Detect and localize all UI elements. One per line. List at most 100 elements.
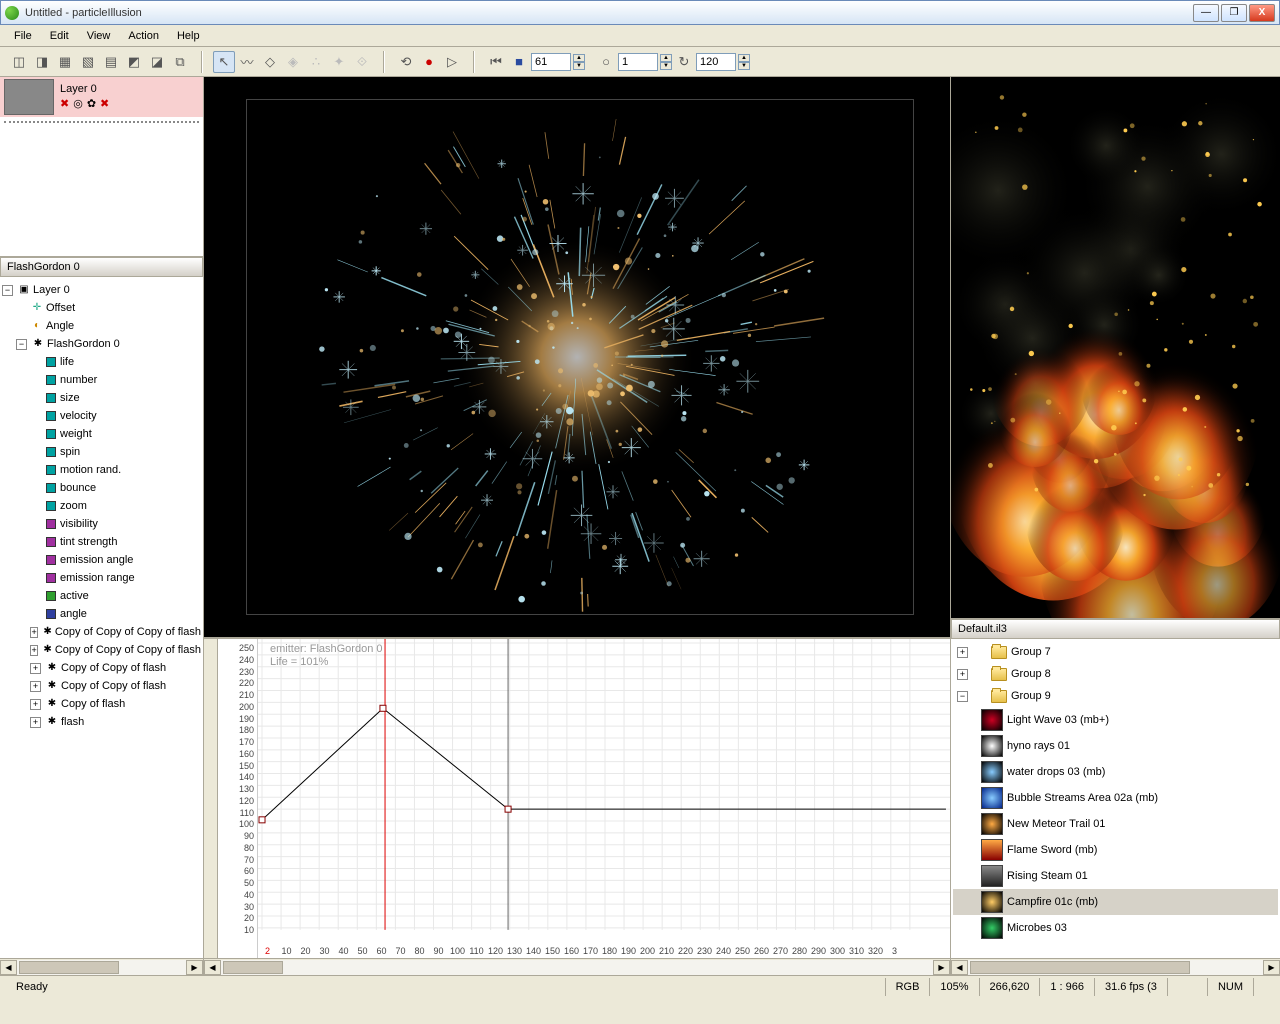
lib-group-0[interactable]: +Group 7 <box>953 641 1278 663</box>
gear-icon[interactable]: ✿ <box>87 97 96 110</box>
layer-name: Layer 0 <box>60 83 109 95</box>
preview-viewport[interactable] <box>951 77 1280 619</box>
tree-copy-4[interactable]: +✱Copy of flash <box>2 695 201 713</box>
tree-prop-spin[interactable]: spin <box>2 443 201 461</box>
tree-prop-bounce[interactable]: bounce <box>2 479 201 497</box>
end-down[interactable]: ▼ <box>738 62 750 70</box>
menu-action[interactable]: Action <box>120 27 167 45</box>
target-icon[interactable]: ◎ <box>73 97 83 110</box>
titlebar: Untitled - particleIllusion — ❐ X <box>0 0 1280 25</box>
lib-scroll-left[interactable]: ◀ <box>951 960 968 975</box>
scroll-left-icon[interactable]: ◀ <box>0 960 17 975</box>
tree-angle[interactable]: ◐Angle <box>2 317 201 335</box>
maximize-button[interactable]: ❐ <box>1221 4 1247 22</box>
loop-icon[interactable]: ↻ <box>673 51 695 73</box>
graph-hscroll[interactable]: ◀ ▶ <box>204 958 950 975</box>
tree-prop-zoom[interactable]: zoom <box>2 497 201 515</box>
hierarchy-tree: −▣Layer 0✛Offset◐Angle−✱FlashGordon 0lif… <box>0 277 203 958</box>
minimize-button[interactable]: — <box>1193 4 1219 22</box>
delete-icon[interactable]: ✖ <box>100 97 109 110</box>
tree-copy-0[interactable]: +✱Copy of Copy of Copy of flash <box>2 623 201 641</box>
lib-preset-3[interactable]: Bubble Streams Area 02a (mb) <box>953 785 1278 811</box>
tree-prop-motion-rand-[interactable]: motion rand. <box>2 461 201 479</box>
tool-btn-7[interactable]: ◪ <box>146 51 168 73</box>
lib-preset-2[interactable]: water drops 03 (mb) <box>953 759 1278 785</box>
lib-preset-1[interactable]: hyno rays 01 <box>953 733 1278 759</box>
lib-preset-8[interactable]: Microbes 03 <box>953 915 1278 941</box>
tool-btn-2[interactable]: ◨ <box>31 51 53 73</box>
tree-hscroll[interactable]: ◀ ▶ <box>0 958 203 975</box>
graph-scroll-thumb[interactable] <box>223 961 283 974</box>
tool-btn-5[interactable]: ▤ <box>100 51 122 73</box>
layer-item[interactable]: Layer 0 ✖ ◎ ✿ ✖ <box>0 77 203 117</box>
graph-area[interactable]: emitter: FlashGordon 0 Life = 101% 21020… <box>258 639 950 958</box>
tool-shape[interactable]: ◇ <box>259 51 281 73</box>
tree-copy-1[interactable]: +✱Copy of Copy of Copy of flash <box>2 641 201 659</box>
tree-prop-visibility[interactable]: visibility <box>2 515 201 533</box>
menu-view[interactable]: View <box>79 27 119 45</box>
start-down[interactable]: ▼ <box>660 62 672 70</box>
lib-hscroll[interactable]: ◀ ▶ <box>951 958 1280 975</box>
tool-disabled-2: ∴ <box>305 51 327 73</box>
status-rgb: RGB <box>885 978 930 996</box>
lib-preset-6[interactable]: Rising Steam 01 <box>953 863 1278 889</box>
stop-button[interactable]: ■ <box>508 51 530 73</box>
menu-edit[interactable]: Edit <box>42 27 77 45</box>
lib-preset-0[interactable]: Light Wave 03 (mb+) <box>953 707 1278 733</box>
render-button[interactable]: ● <box>418 51 440 73</box>
tree-prop-size[interactable]: size <box>2 389 201 407</box>
tree-prop-weight[interactable]: weight <box>2 425 201 443</box>
tool-btn-8[interactable]: ⧉ <box>169 51 191 73</box>
tool-btn-4[interactable]: ▧ <box>77 51 99 73</box>
tree-copy-2[interactable]: +✱Copy of Copy of flash <box>2 659 201 677</box>
lib-group-2[interactable]: −Group 9 <box>953 685 1278 707</box>
lib-group-1[interactable]: +Group 8 <box>953 663 1278 685</box>
start-frame-input[interactable] <box>618 53 658 71</box>
tree-prop-emission-range[interactable]: emission range <box>2 569 201 587</box>
graph-scroll-right[interactable]: ▶ <box>933 960 950 975</box>
lib-preset-7[interactable]: Campfire 01c (mb) <box>953 889 1278 915</box>
tree-prop-active[interactable]: active <box>2 587 201 605</box>
lib-scroll-thumb[interactable] <box>970 961 1190 974</box>
toolbar: ◫ ◨ ▦ ▧ ▤ ◩ ◪ ⧉ ↖ 〰 ◇ ◈ ∴ ✦ ⟐ ⟲ ● ▷ ⏮ ■ … <box>0 47 1280 77</box>
tree-prop-velocity[interactable]: velocity <box>2 407 201 425</box>
tree-prop-angle[interactable]: angle <box>2 605 201 623</box>
tree-prop-tint-strength[interactable]: tint strength <box>2 533 201 551</box>
tree-prop-life[interactable]: life <box>2 353 201 371</box>
tree-root[interactable]: −▣Layer 0 <box>2 281 201 299</box>
tool-btn-3[interactable]: ▦ <box>54 51 76 73</box>
tool-btn-1[interactable]: ◫ <box>8 51 30 73</box>
eye-off-icon[interactable]: ✖ <box>60 97 69 110</box>
tree-offset[interactable]: ✛Offset <box>2 299 201 317</box>
lib-scroll-right[interactable]: ▶ <box>1263 960 1280 975</box>
tree-prop-number[interactable]: number <box>2 371 201 389</box>
tree-prop-emission-angle[interactable]: emission angle <box>2 551 201 569</box>
close-button[interactable]: X <box>1249 4 1275 22</box>
menu-help[interactable]: Help <box>169 27 208 45</box>
scroll-thumb[interactable] <box>19 961 119 974</box>
first-frame-button[interactable]: ⏮ <box>485 51 507 73</box>
end-frame-input[interactable] <box>696 53 736 71</box>
tree-copy-3[interactable]: +✱Copy of Copy of flash <box>2 677 201 695</box>
stage-viewport[interactable] <box>204 77 950 638</box>
graph-vscroll[interactable] <box>204 639 218 958</box>
play-button[interactable]: ▷ <box>441 51 463 73</box>
graph-scroll-left[interactable]: ◀ <box>204 960 221 975</box>
end-up[interactable]: ▲ <box>738 54 750 62</box>
tool-pointer[interactable]: ↖ <box>213 51 235 73</box>
menu-file[interactable]: File <box>6 27 40 45</box>
layer-panel: Layer 0 ✖ ◎ ✿ ✖ <box>0 77 203 257</box>
loop-start-icon[interactable]: ○ <box>595 51 617 73</box>
tree-copy-5[interactable]: +✱flash <box>2 713 201 731</box>
lib-preset-4[interactable]: New Meteor Trail 01 <box>953 811 1278 837</box>
tool-btn-6[interactable]: ◩ <box>123 51 145 73</box>
tool-path[interactable]: 〰 <box>236 51 258 73</box>
scroll-right-icon[interactable]: ▶ <box>186 960 203 975</box>
current-frame-input[interactable] <box>531 53 571 71</box>
lib-preset-5[interactable]: Flame Sword (mb) <box>953 837 1278 863</box>
refresh-button[interactable]: ⟲ <box>395 51 417 73</box>
tree-emitter[interactable]: −✱FlashGordon 0 <box>2 335 201 353</box>
start-up[interactable]: ▲ <box>660 54 672 62</box>
frame-down[interactable]: ▼ <box>573 62 585 70</box>
frame-up[interactable]: ▲ <box>573 54 585 62</box>
